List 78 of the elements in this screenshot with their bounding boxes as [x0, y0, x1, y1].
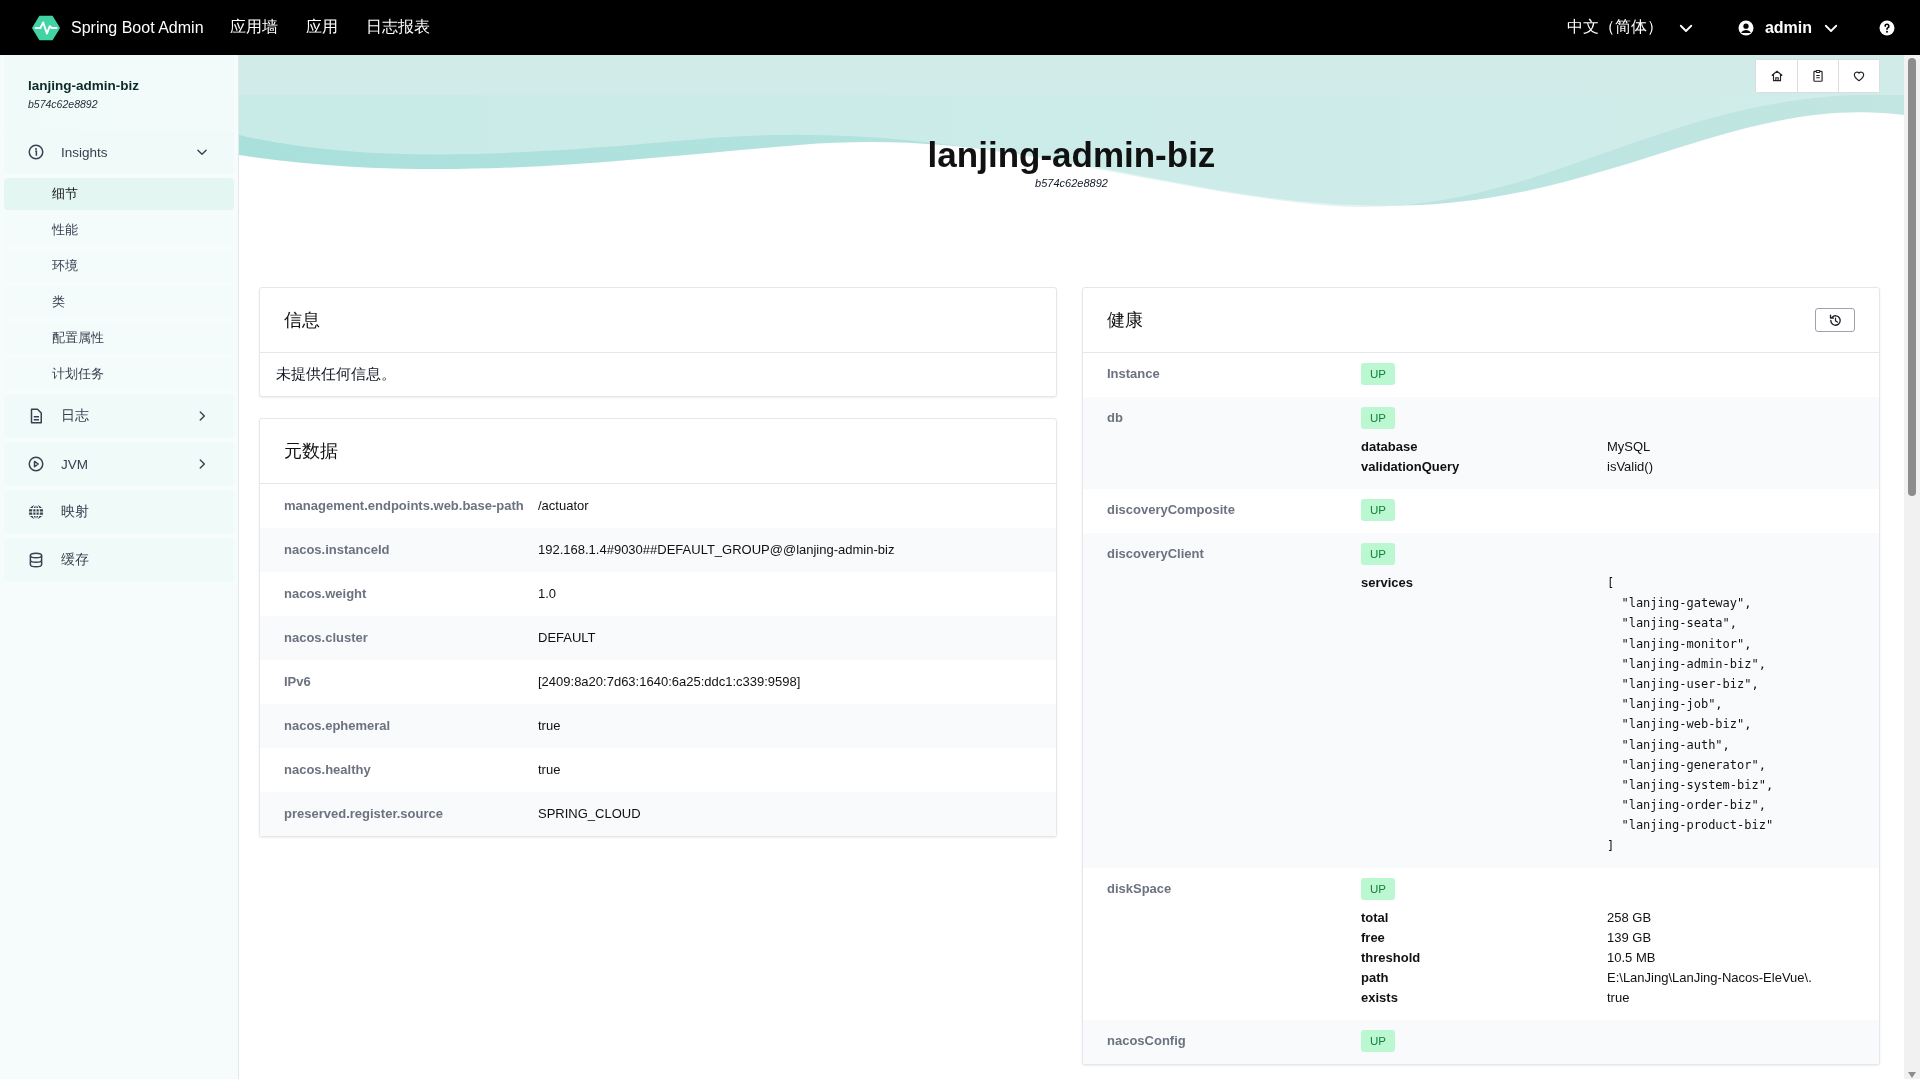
status-badge: UP [1361, 543, 1395, 565]
nav-link[interactable]: 应用墙 [229, 17, 278, 38]
health-component-name: discoveryComposite [1107, 501, 1236, 519]
brand-name: Spring Boot Admin [71, 18, 204, 37]
status-badge: UP [1361, 363, 1395, 385]
help-icon [1878, 18, 1896, 37]
nav-link[interactable]: 应用 [305, 17, 338, 38]
sidebar-item[interactable]: JVM [4, 442, 234, 486]
metadata-value: 1.0 [538, 585, 558, 603]
sidebar-item[interactable]: 日志 [4, 394, 234, 438]
history-button[interactable] [1815, 308, 1855, 332]
clipboard-icon [1811, 69, 1825, 83]
metadata-value: SPRING_CLOUD [538, 805, 642, 823]
detail-value: MySQL [1607, 438, 1652, 456]
health-component-name: nacosConfig [1107, 1031, 1187, 1050]
metadata-value: true [538, 717, 562, 735]
sidebar-item[interactable]: 映射 [4, 490, 234, 534]
metadata-key: nacos.weight [284, 584, 538, 605]
detail-value: 139 GB [1607, 928, 1653, 947]
sidebar-item[interactable]: 缓存 [4, 538, 234, 582]
globe-icon [27, 503, 45, 521]
detail-key: exists [1361, 987, 1607, 1008]
scroll-down-icon [1907, 1071, 1917, 1079]
sidebar-item[interactable]: Insights [4, 130, 234, 174]
play-circle-icon [27, 455, 45, 473]
instance-id: b574c62e8892 [28, 98, 99, 110]
health-component-name: Instance [1107, 365, 1161, 383]
home-icon [1769, 69, 1784, 83]
heart-icon [1852, 69, 1866, 83]
detail-value: true [1607, 988, 1631, 1007]
metadata-value: 192.168.1.4#9030##DEFAULT_GROUP@@lanjing-admin-biz [538, 541, 896, 559]
history-icon [1827, 312, 1843, 328]
info-message: 未提供任何信息。 [276, 365, 396, 382]
database-icon [27, 551, 45, 569]
card-title: 信息 [284, 309, 320, 332]
metadata-key: nacos.ephemeral [284, 716, 538, 737]
health-component-name: db [1107, 409, 1124, 427]
detail-value: 258 GB [1607, 908, 1653, 927]
status-badge: UP [1361, 877, 1395, 900]
health-component-name: diskSpace [1107, 879, 1173, 898]
detail-key: total [1361, 907, 1607, 928]
detail-key: threshold [1361, 947, 1607, 968]
instance-id: b574c62e8892 [1034, 177, 1109, 189]
card-title: 健康 [1107, 309, 1143, 332]
metadata-key: nacos.healthy [284, 760, 538, 781]
detail-value: E:\LanJing\LanJing-Nacos-EleVue\. [1607, 968, 1813, 987]
status-badge: UP [1361, 407, 1395, 429]
status-badge: UP [1361, 1029, 1395, 1052]
scrollbar-thumb[interactable] [1908, 58, 1916, 496]
sidebar-subitem[interactable]: 细节 [4, 178, 234, 210]
nav-link[interactable]: 日志报表 [365, 17, 430, 38]
metadata-key: preserved.register.source [284, 804, 538, 825]
detail-key: free [1361, 927, 1607, 948]
info-icon [27, 143, 45, 161]
detail-key: services [1361, 573, 1607, 856]
status-badge: UP [1361, 499, 1395, 521]
app-name: lanjing-admin-biz [28, 78, 140, 93]
detail-value: [ "lanjing-gateway", "lanjing-seata", "lanjing-monitor", "lanjing-admin-biz", "lanjing-user-biz", "lanjing-job", "lanjing-web-biz", "lanjing-auth", "lanjing-generator", "lanjing-system-biz", "lanjing-order-biz", "lanjing-product-biz" ] [1607, 575, 1775, 855]
metadata-key: IPv6 [284, 672, 538, 693]
user-menu[interactable]: admin [1764, 18, 1812, 37]
detail-value: 10.5 MB [1607, 948, 1657, 967]
detail-key: path [1361, 967, 1607, 988]
health-component-name: discoveryClient [1107, 545, 1205, 563]
metadata-value: DEFAULT [538, 629, 597, 647]
metadata-value: [2409:8a20:7d63:1640:6a25:ddc1:c339:9598] [538, 673, 802, 691]
metadata-value: /actuator [538, 497, 590, 515]
app-title: lanjing-admin-biz [926, 135, 1217, 175]
card-title: 元数据 [284, 440, 338, 463]
metadata-key: management.endpoints.web.base-path [284, 496, 538, 517]
metadata-key: nacos.cluster [284, 628, 538, 649]
metadata-value: true [538, 761, 562, 779]
detail-key: validationQuery [1361, 457, 1607, 477]
heart-button[interactable] [1838, 60, 1879, 92]
language-select[interactable]: 中文（简体） [1566, 17, 1663, 38]
detail-value: isValid() [1607, 458, 1654, 476]
user-icon [1736, 18, 1755, 37]
metadata-key: nacos.instanceId [284, 540, 538, 561]
detail-key: database [1361, 437, 1607, 457]
